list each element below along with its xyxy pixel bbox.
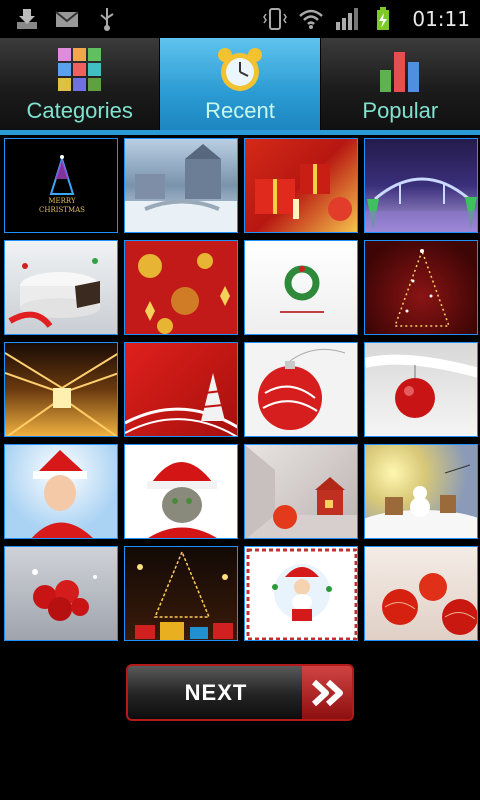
tab-recent-label: Recent — [205, 98, 275, 123]
thumbnail-red-roses[interactable] — [4, 546, 118, 641]
tab-categories[interactable]: Categories — [0, 38, 161, 130]
vibrate-icon — [263, 8, 288, 30]
next-button[interactable]: NEXT — [126, 664, 354, 721]
tab-categories-label: Categories — [26, 98, 133, 123]
thumbnail-lit-bridge[interactable] — [364, 138, 478, 233]
thumbnail-santa-kitten[interactable] — [124, 444, 238, 539]
thumbnail-lights-tunnel[interactable] — [4, 342, 118, 437]
thumbnail-moon-snowman[interactable] — [364, 444, 478, 539]
double-chevron-right-icon — [302, 666, 352, 719]
thumbnail-sparkle-tree[interactable] — [364, 240, 478, 335]
wifi-icon — [299, 9, 324, 29]
mail-icon — [55, 11, 79, 27]
download-icon — [17, 9, 37, 29]
tab-bar: Categories Recent Popular — [0, 38, 480, 130]
thumbnail-red-baubles[interactable] — [364, 546, 478, 641]
thumbnail-santa-card[interactable] — [244, 546, 358, 641]
status-bar: 01:11 — [0, 0, 480, 38]
usb-icon — [100, 8, 114, 31]
thumbnail-santa-girl[interactable] — [4, 444, 118, 539]
thumbnail-merry-christmas-tree[interactable]: MERRY CHRISTMAS — [4, 138, 118, 233]
thumbnail-red-bauble[interactable] — [244, 342, 358, 437]
alarm-clock-icon — [217, 48, 262, 91]
tab-recent[interactable]: Recent — [160, 38, 321, 130]
thumbnail-red-ribbon-tree[interactable] — [124, 342, 238, 437]
tab-popular-label: Popular — [362, 98, 439, 123]
bar-chart-icon — [380, 52, 420, 92]
thumbnail-snow-bauble[interactable] — [364, 342, 478, 437]
thumbnail-street-lights[interactable] — [124, 546, 238, 641]
thumbnail-christmas-cake[interactable] — [4, 240, 118, 335]
signal-icon — [336, 8, 359, 30]
battery-charging-icon — [377, 7, 390, 30]
thumbnail-red-ornaments[interactable] — [124, 240, 238, 335]
thumbnail-red-gifts[interactable] — [244, 138, 358, 233]
thumbnail-green-wreath[interactable] — [244, 240, 358, 335]
thumb-merry-text: MERRY — [48, 197, 76, 205]
tab-divider — [0, 130, 480, 135]
tab-popular[interactable]: Popular — [320, 38, 480, 130]
thumbnail-red-room[interactable] — [244, 444, 358, 539]
thumb-christmas-text: CHRISTMAS — [39, 206, 85, 214]
status-clock: 01:11 — [412, 7, 470, 31]
thumbnail-snowy-castle[interactable] — [124, 138, 238, 233]
grid-icon — [57, 48, 101, 91]
next-button-label: NEXT — [184, 680, 248, 705]
